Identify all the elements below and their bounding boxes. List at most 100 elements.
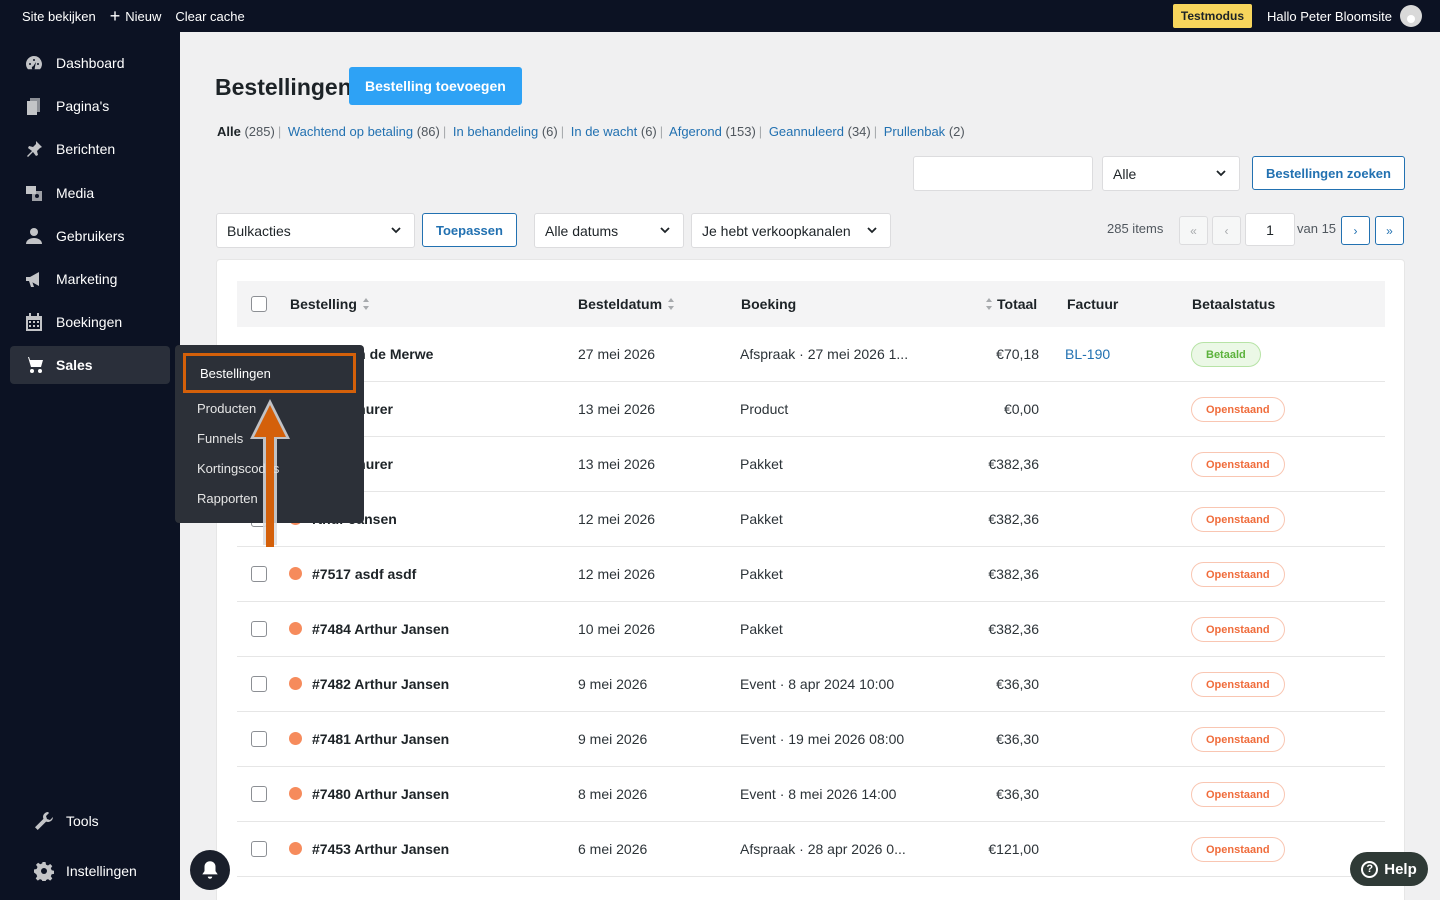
status-filter-all[interactable]: Alle [217, 124, 241, 139]
order-booking: Pakket [740, 456, 783, 472]
user-greeting[interactable]: Hallo Peter Bloomsite [1267, 9, 1392, 24]
order-total: €382,36 [988, 566, 1039, 582]
help-button[interactable]: ? Help [1350, 852, 1428, 886]
row-checkbox[interactable] [251, 676, 267, 692]
page-title: Bestellingen [215, 74, 352, 100]
sidebar-item-dashboard[interactable]: Dashboard [10, 44, 170, 82]
sidebar-item-label: Dashboard [56, 55, 125, 71]
select-all-checkbox[interactable] [251, 296, 267, 312]
table-row[interactable]: #7517 asdf asdf 12 mei 2026 Pakket €382,36 O… [237, 547, 1385, 602]
sidebar: Dashboard Pagina's Berichten Media Gebru… [0, 32, 180, 900]
search-input[interactable] [913, 156, 1093, 191]
column-total[interactable]: Totaal [985, 296, 1037, 312]
prev-page-button[interactable]: ‹ [1212, 216, 1241, 245]
order-link[interactable]: #7481 Arthur Jansen [312, 731, 449, 747]
calendar-icon [24, 312, 44, 332]
sidebar-item-label: Marketing [56, 271, 118, 287]
row-checkbox[interactable] [251, 621, 267, 637]
status-count: (2) [948, 124, 965, 139]
search-filter-select[interactable]: Alle [1102, 156, 1240, 191]
table-row[interactable]: #7482 Arthur Jansen 9 mei 2026 Event · 8 a… [237, 657, 1385, 712]
order-link[interactable]: #7482 Arthur Jansen [312, 676, 449, 692]
first-page-button[interactable]: « [1179, 216, 1208, 245]
plus-icon: + [109, 6, 121, 26]
invoice-link[interactable]: BL-190 [1065, 346, 1110, 362]
status-badge: Openstaand [1191, 507, 1285, 532]
order-date: 9 mei 2026 [578, 676, 648, 692]
gear-icon [34, 861, 54, 881]
order-booking: Pakket [740, 511, 783, 527]
next-page-button[interactable]: › [1341, 216, 1370, 245]
table-row[interactable]: #7481 Arthur Jansen 9 mei 2026 Event · 19 … [237, 712, 1385, 767]
sidebar-item-settings[interactable]: Instellingen [10, 852, 170, 890]
status-dot-icon [289, 842, 302, 855]
main-content: Bestellingen Bestelling toevoegen Alle (… [180, 32, 1440, 900]
add-order-button[interactable]: Bestelling toevoegen [349, 67, 522, 105]
sidebar-item-posts[interactable]: Berichten [10, 130, 170, 168]
status-filter-processing[interactable]: In behandeling [453, 124, 538, 139]
sidebar-item-sales[interactable]: Sales [10, 346, 170, 384]
current-page-input[interactable]: 1 [1245, 213, 1295, 246]
avatar[interactable] [1400, 5, 1422, 27]
column-invoice: Factuur [1067, 296, 1119, 312]
sidebar-item-label: Boekingen [56, 314, 123, 330]
order-date: 12 mei 2026 [578, 566, 656, 582]
view-site-link[interactable]: Site bekijken [0, 0, 103, 32]
bulk-actions-select[interactable]: Bulkacties [216, 213, 415, 248]
row-checkbox[interactable] [251, 731, 267, 747]
status-filter-on-hold[interactable]: In de wacht [571, 124, 638, 139]
status-dot-icon [289, 677, 302, 690]
table-row[interactable]: #7484 Arthur Jansen 10 mei 2026 Pakket €382… [237, 602, 1385, 657]
status-count: (34) [847, 124, 871, 139]
status-filter-completed[interactable]: Afgerond [669, 124, 722, 139]
table-row[interactable]: pas Schurer13 mei 2026Pakket€382,36Opens… [237, 437, 1385, 492]
column-status: Betaalstatus [1192, 296, 1276, 312]
status-filter-trash[interactable]: Prullenbak [884, 124, 945, 139]
order-link[interactable]: #7517 asdf asdf [312, 566, 416, 582]
sidebar-item-users[interactable]: Gebruikers [10, 217, 170, 255]
sort-icon [362, 298, 369, 310]
status-filter-awaiting-payment[interactable]: Wachtend op betaling [288, 124, 413, 139]
last-page-button[interactable]: » [1375, 216, 1404, 245]
table-row[interactable]: #7453 Arthur Jansen 6 mei 2026 Afspraak · … [237, 822, 1385, 877]
sidebar-item-label: Gebruikers [56, 228, 125, 244]
table-row[interactable]: pas Schurer13 mei 2026Product€0,00Openst… [237, 382, 1385, 437]
table-row[interactable]: rthur Jansen12 mei 2026Pakket€382,36Open… [237, 492, 1385, 547]
row-checkbox[interactable] [251, 786, 267, 802]
megaphone-icon [24, 269, 44, 289]
order-link[interactable]: #7480 Arthur Jansen [312, 786, 449, 802]
table-row[interactable]: eter van de Merwe 27 mei 2026 Afspraak · 2… [237, 327, 1385, 382]
order-total: €382,36 [988, 621, 1039, 637]
test-mode-badge[interactable]: Testmodus [1172, 4, 1252, 28]
cart-icon [24, 355, 44, 375]
user-icon [24, 226, 44, 246]
order-total: €382,36 [988, 456, 1039, 472]
sidebar-item-tools[interactable]: Tools [10, 802, 170, 840]
sidebar-item-media[interactable]: Media [10, 174, 170, 212]
column-date[interactable]: Besteldatum [578, 296, 675, 312]
order-link[interactable]: #7453 Arthur Jansen [312, 841, 449, 857]
table-row[interactable]: #7480 Arthur Jansen 8 mei 2026 Event · 8 m… [237, 767, 1385, 822]
status-badge: Betaald [1191, 342, 1261, 367]
apply-button[interactable]: Toepassen [422, 213, 517, 247]
search-orders-button[interactable]: Bestellingen zoeken [1252, 156, 1405, 190]
sidebar-item-pages[interactable]: Pagina's [10, 87, 170, 125]
wrench-icon [34, 811, 54, 831]
pin-icon [24, 139, 44, 159]
column-order[interactable]: Bestelling [290, 296, 370, 312]
status-filter-cancelled[interactable]: Geannuleerd [769, 124, 844, 139]
clear-cache-link[interactable]: Clear cache [168, 0, 251, 32]
row-checkbox[interactable] [251, 566, 267, 582]
search-filter-value: Alle [1113, 165, 1137, 182]
submenu-item-orders[interactable]: Bestellingen [183, 353, 356, 393]
order-link[interactable]: #7484 Arthur Jansen [312, 621, 449, 637]
sidebar-item-bookings[interactable]: Boekingen [10, 303, 170, 341]
date-filter-select[interactable]: Alle datums [534, 213, 684, 248]
notifications-button[interactable] [190, 850, 230, 890]
row-checkbox[interactable] [251, 841, 267, 857]
sales-channel-select[interactable]: Je hebt verkoopkanalen [691, 213, 891, 248]
new-menu[interactable]: + Nieuw [103, 0, 169, 32]
order-total: €36,30 [996, 731, 1039, 747]
sidebar-item-marketing[interactable]: Marketing [10, 260, 170, 298]
sort-icon [668, 298, 675, 310]
